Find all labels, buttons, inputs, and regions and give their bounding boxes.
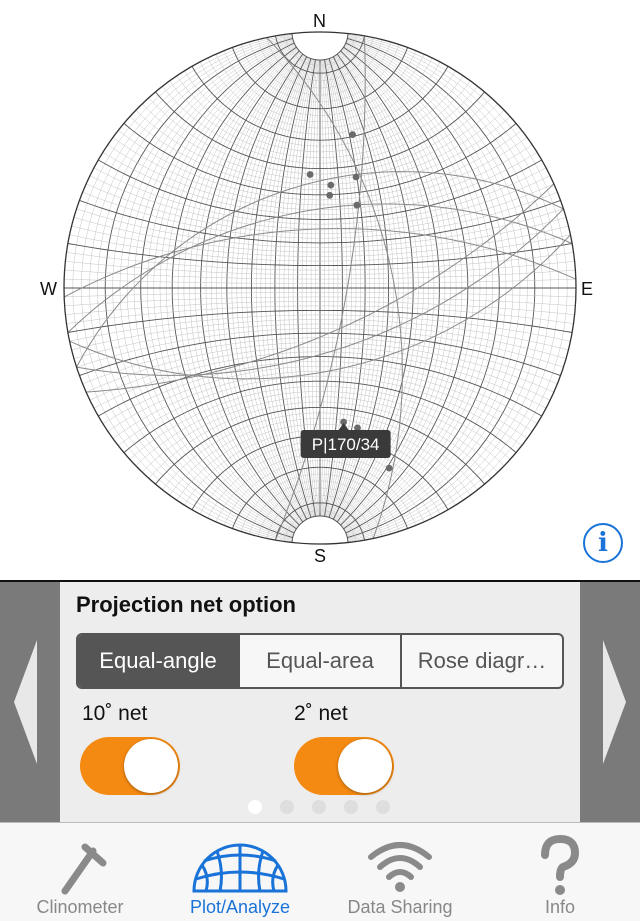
page-dot[interactable] (344, 800, 358, 814)
options-card: Projection net option Equal-angle Equal-… (60, 582, 580, 822)
page-dot[interactable] (376, 800, 390, 814)
next-page-button[interactable] (580, 582, 640, 822)
info-icon[interactable]: i (583, 523, 623, 563)
tab-data-sharing[interactable]: Data Sharing (320, 823, 480, 921)
options-panel: Projection net option Equal-angle Equal-… (0, 582, 640, 822)
segment-equal-area[interactable]: Equal-area (240, 635, 402, 687)
clinometer-icon (61, 843, 107, 895)
east-label: E (581, 279, 594, 299)
pole-point (385, 464, 393, 472)
segment-equal-angle[interactable]: Equal-angle (78, 635, 240, 687)
ten-degree-net-toggle[interactable] (80, 737, 180, 795)
tab-bar: Clinometer Plot/Analyze Data Sharing Inf… (0, 822, 640, 921)
pole-point (326, 191, 334, 199)
question-icon (541, 835, 580, 895)
stereonet-plot[interactable]: P|170/34 (0, 0, 640, 580)
page-dot[interactable] (312, 800, 326, 814)
west-label: W (40, 279, 57, 299)
previous-page-button[interactable] (0, 582, 60, 822)
two-degree-net-toggle[interactable] (294, 737, 394, 795)
two-degree-net-label: 2˚ net (294, 702, 348, 725)
arrow-right-icon (603, 640, 626, 764)
pole-point (349, 131, 356, 139)
pole-point (353, 201, 361, 209)
tab-info[interactable]: Info (480, 823, 640, 921)
tab-label: Data Sharing (347, 897, 453, 917)
page-indicator[interactable] (248, 800, 390, 814)
options-title: Projection net option (76, 592, 296, 617)
wifi-icon (368, 842, 432, 892)
tab-label: Info (544, 897, 576, 917)
page-dot[interactable] (248, 800, 262, 814)
stereonet-icon (192, 843, 288, 893)
tab-label: Plot/Analyze (189, 897, 291, 917)
tab-label: Clinometer (36, 897, 124, 917)
page-dot[interactable] (280, 800, 294, 814)
ten-degree-net-label: 10˚ net (82, 702, 148, 725)
north-label: N (313, 11, 326, 31)
projection-segmented-control[interactable]: Equal-angle Equal-area Rose diagr… (76, 633, 564, 689)
segment-rose-diagram[interactable]: Rose diagr… (402, 635, 562, 687)
south-label: S (314, 546, 327, 566)
pole-tooltip: P|170/34 (312, 435, 380, 454)
toggle-knob (124, 739, 178, 793)
pole-point (306, 171, 314, 178)
toggle-knob (338, 739, 392, 793)
stereonet-area[interactable]: P|170/34 N S W E i (0, 0, 640, 580)
tab-plot-analyze[interactable]: Plot/Analyze (160, 823, 320, 921)
pole-point (352, 173, 360, 181)
tab-clinometer[interactable]: Clinometer (0, 823, 160, 921)
arrow-left-icon (14, 640, 37, 764)
pole-point (327, 181, 335, 189)
